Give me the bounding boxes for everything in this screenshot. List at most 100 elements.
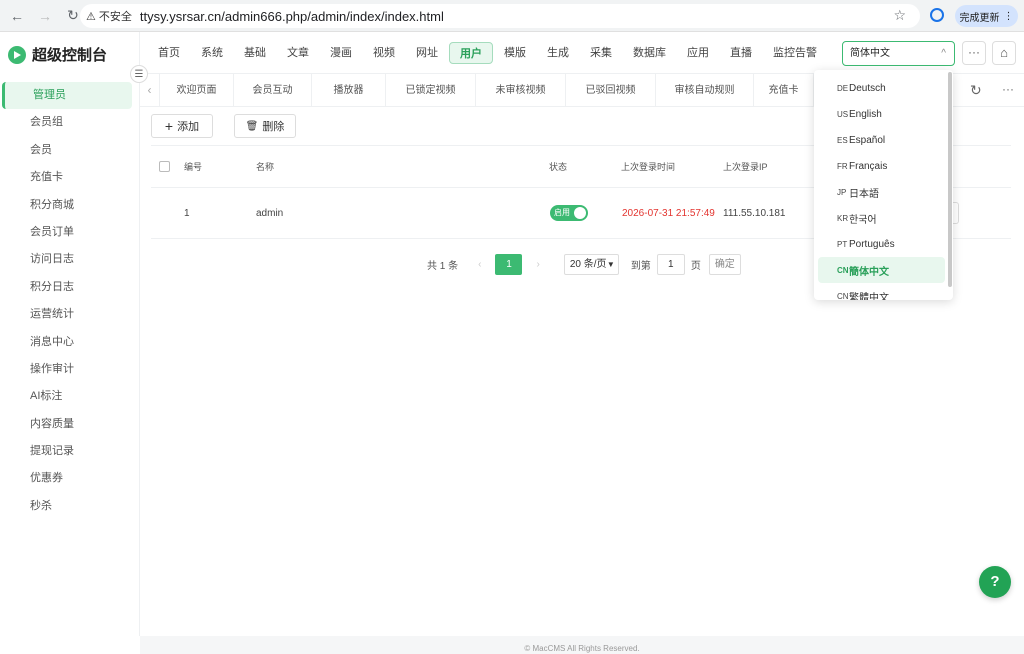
lang-option-es[interactable]: ES Español (818, 127, 945, 153)
row-last-login-time: 2026-07-31 21:57:49 (622, 207, 715, 219)
lang-option-zh-hant[interactable]: CN 繁體中文 (818, 283, 945, 301)
sidebar-item-coupons[interactable]: 优惠券 (0, 465, 140, 492)
tab-member-interaction[interactable]: 会员互动 (234, 73, 312, 107)
tab-auto-review-rules[interactable]: 审核自动规则 (656, 73, 754, 107)
warning-icon: ⚠ (86, 10, 96, 23)
sidebar-item-recharge-cards[interactable]: 充值卡 (0, 164, 140, 191)
lang-code: CN (837, 265, 849, 275)
nav-generate[interactable]: 生成 (537, 42, 579, 64)
lang-option-pt[interactable]: PT Português (818, 231, 945, 257)
home-icon[interactable]: ⌂ (992, 41, 1016, 65)
pager-page-unit: 页 (690, 261, 701, 272)
tab-recharge-cards[interactable]: 充值卡 (754, 73, 814, 107)
language-dropdown: DE Deutsch US English ES Español FR Français… (814, 70, 953, 300)
lang-option-jp[interactable]: JP 日本語 (818, 179, 945, 205)
profile-icon[interactable] (930, 8, 944, 22)
nav-collect[interactable]: 采集 (580, 42, 622, 64)
sidebar-item-member-groups[interactable]: 会员组 (0, 109, 140, 136)
back-icon[interactable]: ← (6, 5, 28, 27)
pager-current-page[interactable]: 1 (495, 254, 523, 275)
top-navigation: 首页 系统 基础 文章 漫画 视频 网址 用户 模版 生成 采集 数据库 应用 … (140, 32, 1024, 74)
lang-label: Español (849, 134, 886, 146)
pager-prev-icon[interactable]: ‹ (478, 259, 481, 270)
sidebar-item-members[interactable]: 会员 (0, 137, 140, 164)
nav-monitoring[interactable]: 监控告警 (763, 42, 827, 64)
refresh-icon[interactable]: ↻ (970, 82, 982, 99)
update-button[interactable]: 完成更新 ⋮ (955, 5, 1018, 27)
lang-option-en[interactable]: US English (818, 101, 945, 127)
select-all-checkbox[interactable] (159, 161, 170, 172)
pager-total: 共 1 条 (427, 261, 459, 272)
pagination: 共 1 条 ‹ 1 › 20 条/页 ▼ 到第 1 页 确定 (427, 254, 741, 275)
lang-option-de[interactable]: DE Deutsch (818, 75, 945, 101)
nav-templates[interactable]: 模版 (494, 42, 536, 64)
pager-confirm-button[interactable]: 确定 (708, 254, 741, 275)
sidebar: 超级控制台 管理员 会员组 会员 充值卡 积分商城 会员订单 访问日志 积分日志… (0, 32, 140, 636)
lang-option-kr[interactable]: KR 한국어 (818, 205, 945, 231)
nav-apps[interactable]: 应用 (677, 42, 719, 64)
tab-locked-videos[interactable]: 已锁定视频 (386, 73, 476, 107)
add-label: 添加 (177, 121, 200, 133)
language-select-value: 简体中文 (850, 48, 890, 59)
sidebar-item-operations-stats[interactable]: 运营统计 (0, 301, 140, 328)
url-text[interactable]: ttysy.ysrsar.cn/admin666.php/admin/index… (140, 9, 444, 24)
pager-size-value: 20 条/页 (569, 259, 607, 270)
more-options-icon[interactable]: ··· (962, 41, 986, 65)
tabs-more-icon[interactable]: ··· (1002, 82, 1014, 96)
lang-option-zh-hans[interactable]: CN 簡体中文 (818, 257, 945, 283)
bookmark-star-icon[interactable]: ☆ (893, 7, 906, 24)
footer-copyright: © MacCMS All Rights Reserved. (524, 644, 640, 653)
lang-label: 한국어 (849, 214, 877, 226)
sidebar-item-content-quality[interactable]: 内容质量 (0, 411, 140, 438)
sidebar-item-withdrawals[interactable]: 提现记录 (0, 438, 140, 465)
sidebar-item-points-mall[interactable]: 积分商城 (0, 192, 140, 219)
pager-goto-input[interactable]: 1 (656, 254, 685, 275)
help-button[interactable]: ? (979, 566, 1011, 598)
nav-home[interactable]: 首页 (148, 42, 190, 64)
nav-videos[interactable]: 视频 (363, 42, 405, 64)
tab-rejected-videos[interactable]: 已驳回视频 (566, 73, 656, 107)
nav-live[interactable]: 直播 (720, 42, 762, 64)
nav-system[interactable]: 系统 (191, 42, 233, 64)
header-status: 状态 (549, 162, 568, 172)
nav-articles[interactable]: 文章 (277, 42, 319, 64)
footer: © MacCMS All Rights Reserved. (140, 636, 1024, 654)
lang-label: 繁體中文 (849, 292, 889, 301)
nav-database[interactable]: 数据库 (623, 42, 676, 64)
sidebar-item-points-logs[interactable]: 积分日志 (0, 274, 140, 301)
sidebar-item-ai-annotation[interactable]: AI标注 (0, 383, 140, 410)
pager-next-icon[interactable]: › (536, 259, 539, 270)
language-select[interactable]: 简体中文 ^ (842, 41, 955, 66)
sidebar-item-flash-sale[interactable]: 秒杀 (0, 493, 140, 520)
nav-websites[interactable]: 网址 (406, 42, 448, 64)
nav-basics[interactable]: 基础 (234, 42, 276, 64)
delete-button[interactable]: 🗑 删除 (234, 114, 296, 138)
lang-label: English (849, 108, 882, 120)
insecure-indicator[interactable]: ⚠ 不安全 (86, 8, 132, 24)
tab-player[interactable]: 播放器 (312, 73, 386, 107)
address-bar[interactable]: ⚠ 不安全 ttysy.ysrsar.cn/admin666.php/admin… (80, 4, 920, 28)
plus-icon: + (164, 118, 174, 134)
pager-size-select[interactable]: 20 条/页 ▼ (563, 254, 619, 275)
nav-comics[interactable]: 漫画 (320, 42, 362, 64)
sidebar-item-member-orders[interactable]: 会员订单 (0, 219, 140, 246)
insecure-label: 不安全 (98, 11, 132, 23)
add-button[interactable]: + 添加 (151, 114, 213, 138)
sidebar-item-operation-audit[interactable]: 操作审计 (0, 356, 140, 383)
brand-logo[interactable]: 超级控制台 (8, 44, 107, 65)
forward-icon[interactable]: → (34, 5, 56, 27)
tab-unreviewed-videos[interactable]: 未审核视频 (476, 73, 566, 107)
lang-code: PT (837, 239, 848, 249)
status-toggle[interactable]: 启用 (550, 205, 588, 221)
row-name: admin (256, 207, 284, 219)
sidebar-collapse-icon[interactable]: ☰ (130, 65, 148, 83)
sidebar-item-visit-logs[interactable]: 访问日志 (0, 246, 140, 273)
lang-code: FR (837, 161, 848, 171)
lang-label: Deutsch (849, 82, 886, 94)
language-dropdown-scrollbar[interactable] (948, 72, 952, 287)
sidebar-item-admins[interactable]: 管理员 (2, 82, 132, 110)
lang-option-fr[interactable]: FR Français (818, 153, 945, 179)
nav-users[interactable]: 用户 (449, 41, 493, 64)
tab-welcome[interactable]: 欢迎页面 (160, 73, 234, 107)
sidebar-item-message-center[interactable]: 消息中心 (0, 329, 140, 356)
